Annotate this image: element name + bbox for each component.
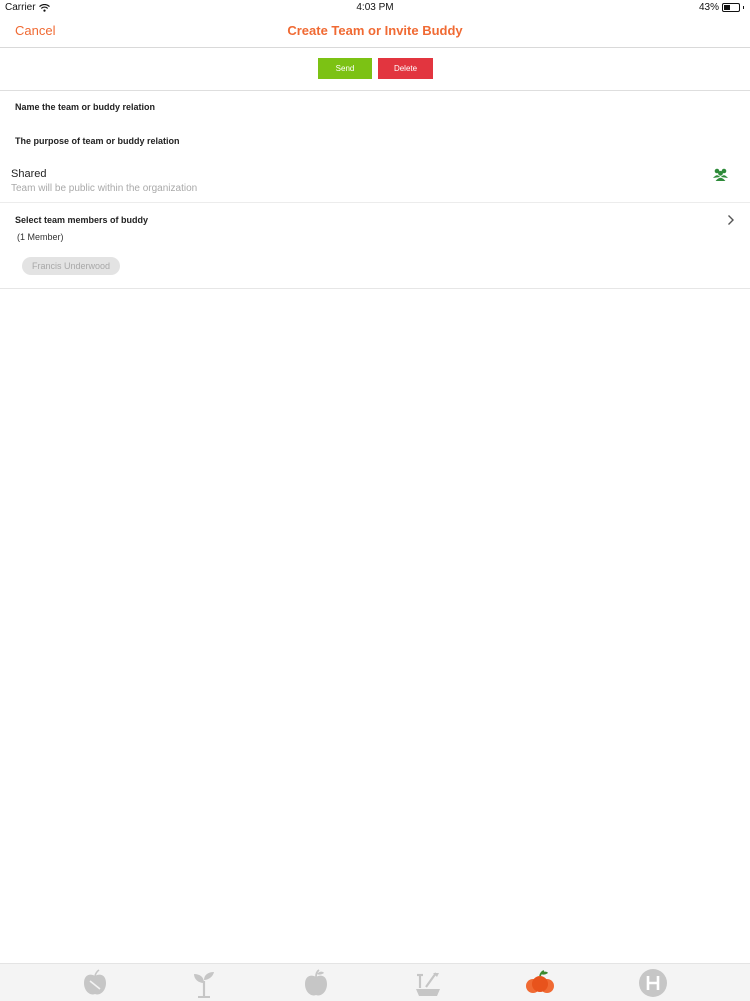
- send-button[interactable]: Send: [318, 58, 372, 79]
- apple-outline-icon: [84, 969, 106, 995]
- team-members-row[interactable]: Select team members of buddy (1 Member) …: [0, 204, 750, 289]
- h-icon: [639, 969, 667, 997]
- shared-title: Shared: [11, 168, 47, 180]
- team-name-field[interactable]: Name the team or buddy relation: [15, 102, 155, 112]
- tools-icon: [416, 972, 440, 996]
- tab-apple-outline[interactable]: [79, 967, 111, 999]
- status-bar: Carrier 4:03 PM 43%: [0, 0, 750, 16]
- shared-toggle-row[interactable]: Shared Team will be public within the or…: [0, 158, 750, 203]
- shared-subtitle: Team will be public within the organizat…: [11, 183, 198, 194]
- status-time: 4:03 PM: [356, 2, 394, 13]
- page-title: Create Team or Invite Buddy: [287, 23, 463, 38]
- battery-area: 43%: [699, 2, 744, 13]
- battery-tip: [743, 6, 744, 9]
- delete-button[interactable]: Delete: [378, 58, 433, 79]
- members-count: (1 Member): [17, 232, 64, 242]
- tab-tools[interactable]: [412, 967, 444, 999]
- battery-percent: 43%: [698, 2, 719, 13]
- team-apples-icon: [526, 970, 554, 993]
- tab-h[interactable]: [637, 967, 669, 999]
- chevron-right-icon[interactable]: [726, 214, 735, 226]
- battery-icon: [722, 3, 740, 12]
- navigation-bar: Cancel Create Team or Invite Buddy: [0, 16, 750, 48]
- team-people-icon[interactable]: [712, 168, 729, 181]
- tab-team-apples[interactable]: [524, 967, 556, 999]
- team-purpose-field[interactable]: The purpose of team or buddy relation: [15, 136, 180, 146]
- tab-sprout[interactable]: [188, 967, 220, 999]
- sprout-icon: [194, 972, 214, 998]
- action-row: Send Delete: [0, 48, 750, 91]
- member-chip[interactable]: Francis Underwood: [22, 257, 121, 275]
- tab-apple[interactable]: [300, 967, 332, 999]
- members-label: Select team members of buddy: [15, 215, 149, 225]
- apple-icon: [305, 969, 327, 996]
- tab-bar: [0, 963, 750, 1001]
